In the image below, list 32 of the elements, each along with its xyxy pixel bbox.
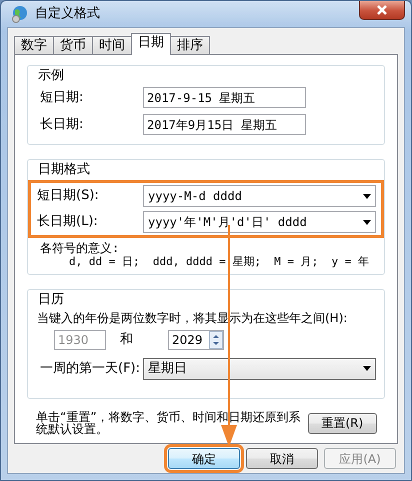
two-digit-year-label: 当键入的年份是两位数字时，将其显示为在这些年之间(H): [36, 310, 348, 327]
field-label: 长日期: [39, 116, 84, 134]
tab[interactable]: 数字 [14, 36, 54, 54]
date-sample-field[interactable]: 2017年9月15日 星期五 [143, 114, 306, 135]
legend-text: d, dd = 日; ddd, dddd = 星期; M = 月; y = 年 [68, 255, 370, 268]
reset-button[interactable]: 重置(R) [308, 412, 377, 434]
field-label: 长日期(L): [36, 213, 99, 232]
date-sample-field[interactable]: 2017-9-15 星期五 [143, 87, 306, 108]
dropdown-arrow-icon [363, 194, 371, 198]
group-title: 示例 [36, 68, 66, 84]
dropdown-arrow-icon [363, 366, 371, 371]
format-dropdown[interactable]: yyyy'年'M'月'd'日' dddd [143, 211, 376, 233]
window-title: 自定义格式 [35, 5, 100, 24]
tab[interactable]: 货币 [53, 36, 93, 54]
globe-icon [11, 5, 29, 23]
tab[interactable]: 排序 [170, 36, 210, 54]
field-label: 短日期(S): [36, 187, 100, 206]
and-label: 和 [120, 331, 134, 350]
field-label: 短日期: [39, 88, 84, 107]
first-day-dropdown[interactable]: 星期日 [143, 358, 376, 380]
tab[interactable]: 时间 [92, 36, 132, 54]
close-icon [376, 5, 388, 15]
tab[interactable]: 日期 [131, 33, 171, 55]
dropdown-arrow-icon [363, 220, 371, 224]
field-label: 一周的第一天(F): [39, 360, 142, 378]
dialog-button[interactable]: 取消 [246, 448, 318, 469]
format-dropdown[interactable]: yyyy-M-d dddd [143, 185, 376, 207]
legend-title: 各符号的意义: [39, 242, 120, 255]
spin-arrows-icon [209, 331, 223, 349]
close-button[interactable] [359, 1, 405, 20]
reset-description: 单击“重置”，将数字、货币、时间和日期还原到系统默认设置。 [35, 411, 302, 435]
to-year-spinbox[interactable]: 2029 [168, 330, 224, 350]
